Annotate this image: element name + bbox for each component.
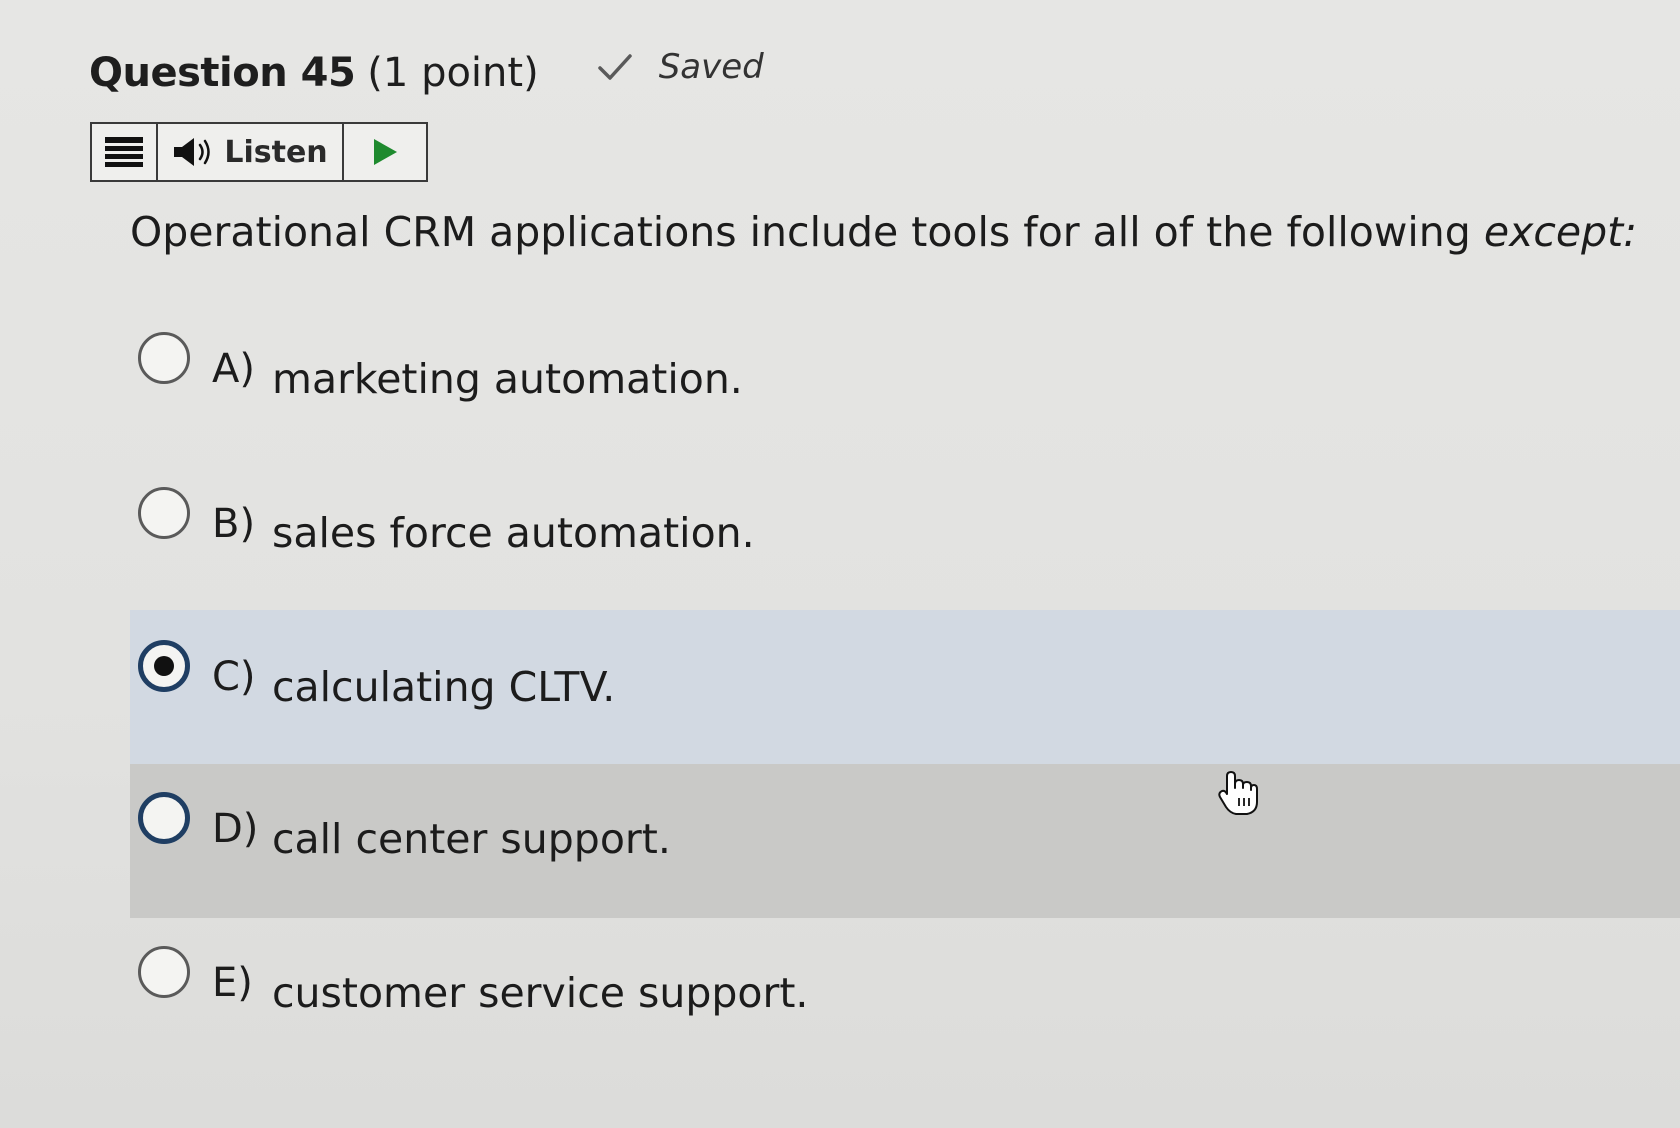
saved-status: Saved <box>597 47 764 87</box>
listen-label: Listen <box>224 134 328 170</box>
speaker-icon <box>174 138 211 166</box>
question-prompt: Operational CRM applications include too… <box>130 208 1637 256</box>
option-text: call center support. <box>272 815 671 863</box>
option-d[interactable]: D) call center support. <box>130 764 1680 918</box>
option-letter: D) <box>212 806 259 852</box>
question-title: Question 45 <box>89 50 356 96</box>
radio-b[interactable] <box>138 487 190 539</box>
listen-toolbar: Listen <box>90 122 428 182</box>
play-button[interactable] <box>344 124 426 180</box>
option-text: sales force automation. <box>272 509 755 557</box>
option-e[interactable]: E) customer service support. <box>130 918 1680 1072</box>
option-c[interactable]: C) calculating CLTV. <box>130 610 1680 764</box>
option-text: marketing automation. <box>272 355 743 403</box>
option-letter: A) <box>212 346 255 392</box>
option-letter: E) <box>212 960 253 1006</box>
option-a[interactable]: A) marketing automation. <box>130 307 1680 461</box>
question-header: Question 45 (1 point) Saved <box>89 47 764 110</box>
radio-d[interactable] <box>138 792 190 844</box>
option-text: calculating CLTV. <box>272 663 616 711</box>
option-letter: C) <box>212 654 256 700</box>
listen-button[interactable]: Listen <box>158 124 344 180</box>
saved-label: Saved <box>658 47 764 87</box>
radio-c[interactable] <box>138 640 190 692</box>
check-icon <box>597 54 632 80</box>
prompt-emphasis: except: <box>1483 208 1638 256</box>
menu-icon <box>105 137 143 167</box>
radio-a[interactable] <box>138 332 190 384</box>
option-b[interactable]: B) sales force automation. <box>130 461 1680 615</box>
prompt-text: Operational CRM applications include too… <box>130 208 1484 256</box>
quiz-page: Question 45 (1 point) Saved Listen Opera… <box>0 0 1680 1128</box>
play-icon <box>374 139 397 165</box>
radio-e[interactable] <box>138 946 190 998</box>
question-points: (1 point) <box>367 50 539 96</box>
option-letter: B) <box>212 501 256 547</box>
hand-pointer-icon <box>1218 771 1258 815</box>
option-text: customer service support. <box>272 969 809 1017</box>
menu-button[interactable] <box>92 124 158 180</box>
